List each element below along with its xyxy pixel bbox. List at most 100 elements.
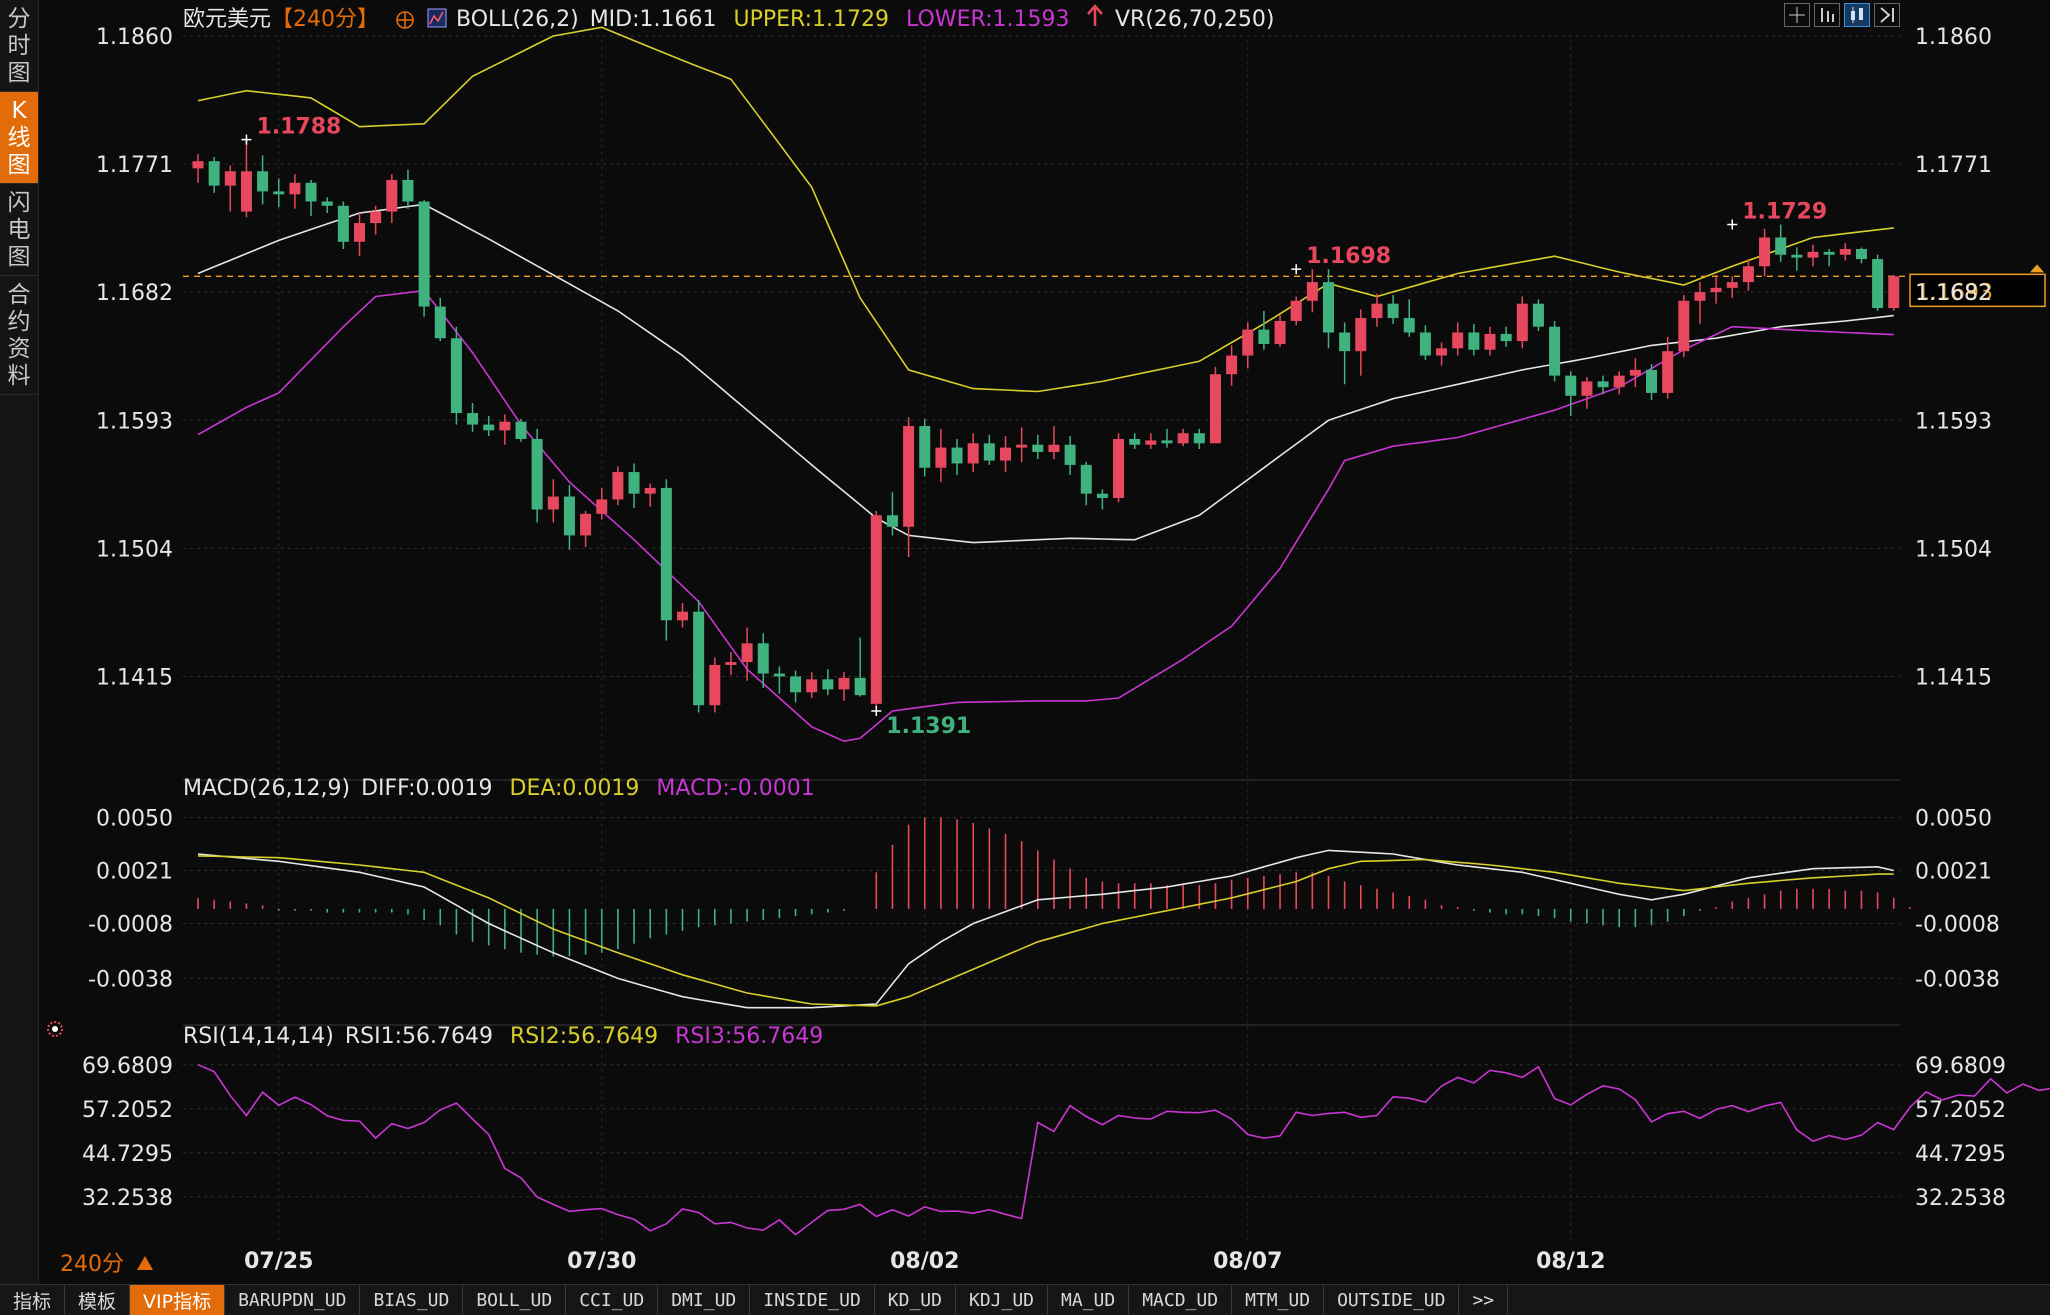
tab-macd[interactable]: MACD_UD bbox=[1129, 1285, 1233, 1315]
candle-body bbox=[580, 513, 592, 536]
boll-header: BOLL(26,2) MID:1.1661 UPPER:1.1729 LOWER… bbox=[456, 7, 1070, 32]
period-dropdown-icon[interactable] bbox=[137, 1256, 153, 1270]
candle bbox=[790, 670, 802, 703]
candle-body bbox=[1872, 259, 1884, 308]
candle bbox=[483, 415, 495, 437]
candle-body bbox=[499, 421, 511, 431]
candle-body bbox=[660, 487, 672, 621]
candle bbox=[1096, 489, 1108, 510]
settings-dot-icon[interactable] bbox=[44, 1018, 66, 1040]
tab-bias[interactable]: BIAS_UD bbox=[360, 1285, 464, 1315]
macd-header: MACD(26,12,9) DIFF:0.0019 DEA:0.0019 MAC… bbox=[183, 776, 815, 801]
candle-body bbox=[1823, 251, 1835, 255]
x-tick-label: 08/02 bbox=[890, 1249, 959, 1274]
crosshair-add-icon[interactable] bbox=[396, 11, 414, 29]
tab-vip-indicator[interactable]: VIP指标 bbox=[130, 1285, 226, 1315]
candle bbox=[1419, 325, 1431, 360]
candle bbox=[1726, 276, 1738, 298]
candle bbox=[1791, 247, 1803, 271]
candle-body bbox=[1726, 282, 1738, 288]
tab-kdj[interactable]: KDJ_UD bbox=[956, 1285, 1049, 1315]
candle-body bbox=[273, 191, 285, 195]
crosshair-tool-icon[interactable] bbox=[1784, 3, 1810, 27]
candle bbox=[1032, 434, 1044, 460]
y-tick-label-left: 1.1593 bbox=[96, 409, 173, 434]
tab-kd[interactable]: KD_UD bbox=[875, 1285, 956, 1315]
candle bbox=[660, 479, 672, 641]
bar-chart-tool-icon[interactable] bbox=[1814, 3, 1840, 27]
candle-body bbox=[1646, 369, 1657, 393]
candle-body bbox=[1565, 375, 1577, 396]
candle-body bbox=[870, 515, 882, 704]
candle bbox=[1678, 295, 1690, 357]
tab-template[interactable]: 模板 bbox=[65, 1285, 131, 1315]
candle bbox=[773, 666, 785, 694]
y-tick-label-left: -0.0008 bbox=[88, 913, 173, 938]
candle bbox=[1323, 269, 1334, 349]
candle bbox=[1387, 295, 1399, 324]
candle bbox=[450, 326, 462, 425]
candle bbox=[1710, 274, 1722, 304]
candle bbox=[644, 483, 656, 507]
tab-more[interactable]: >> bbox=[1459, 1285, 1509, 1315]
candlestick-series[interactable] bbox=[192, 139, 1900, 713]
y-tick-label-left: -0.0038 bbox=[88, 967, 173, 992]
candle bbox=[725, 651, 737, 676]
boll-lines: 1.1693 bbox=[183, 26, 2046, 743]
tab-mtm[interactable]: MTM_UD bbox=[1232, 1285, 1325, 1315]
candle-body bbox=[450, 338, 462, 414]
forward-tool-icon[interactable] bbox=[1874, 3, 1900, 27]
tab-outside[interactable]: OUTSIDE_UD bbox=[1324, 1285, 1460, 1315]
tab-dmi[interactable]: DMI_UD bbox=[658, 1285, 751, 1315]
candle-body bbox=[854, 677, 866, 696]
nav-flash-chart[interactable]: 闪电图 bbox=[0, 184, 38, 276]
chart-grid bbox=[183, 35, 1900, 1240]
candle-body bbox=[337, 205, 349, 242]
tab-ma[interactable]: MA_UD bbox=[1048, 1285, 1130, 1315]
candle-body bbox=[1323, 282, 1334, 333]
candle bbox=[1872, 254, 1884, 311]
candle-body bbox=[1113, 438, 1125, 498]
vr-arrow-icon[interactable] bbox=[1087, 4, 1103, 26]
period-label[interactable]: 240分 bbox=[60, 1252, 124, 1277]
tab-boll[interactable]: BOLL_UD bbox=[463, 1285, 567, 1315]
candle bbox=[951, 438, 963, 475]
chart-canvas[interactable]: 1.1693 1.1788 1.1391 1.1698 1.1729 1.1860 1.… bbox=[0, 0, 2050, 1284]
candle bbox=[208, 156, 220, 193]
vr-header: VR(26,70,250) bbox=[1115, 7, 1274, 32]
candle bbox=[1436, 342, 1448, 366]
candle-body bbox=[983, 443, 995, 461]
tab-barupdn[interactable]: BARUPDN_UD bbox=[225, 1285, 361, 1315]
candle bbox=[1629, 358, 1641, 388]
tab-indicator[interactable]: 指标 bbox=[0, 1285, 66, 1315]
candle-body bbox=[1048, 444, 1060, 452]
candle-body bbox=[434, 306, 446, 339]
candle bbox=[935, 428, 947, 483]
candle-body bbox=[1339, 332, 1351, 352]
header-line: 欧元美元【240分】 bbox=[183, 7, 379, 32]
candle bbox=[1048, 426, 1060, 460]
y-tick-label-left: 1.1860 bbox=[96, 25, 173, 50]
candle-body bbox=[757, 643, 769, 674]
candle-body bbox=[208, 161, 220, 186]
tab-inside[interactable]: INSIDE_UD bbox=[750, 1285, 875, 1315]
period-tag[interactable]: 【240分】 bbox=[271, 7, 379, 32]
candle bbox=[402, 169, 414, 209]
candle bbox=[1242, 322, 1254, 369]
candle-chart-tool-icon[interactable] bbox=[1844, 3, 1870, 27]
candle-body bbox=[402, 179, 414, 202]
candle bbox=[628, 463, 640, 509]
candle bbox=[240, 139, 252, 218]
candle-body bbox=[1355, 318, 1367, 352]
candle-body bbox=[1694, 292, 1706, 301]
boll-indicator-icon[interactable] bbox=[427, 8, 447, 28]
candle bbox=[1807, 244, 1819, 267]
y-tick-label-left: 1.1771 bbox=[96, 153, 173, 178]
nav-contract-info[interactable]: 合约资料 bbox=[0, 276, 38, 395]
nav-kline[interactable]: K线图 bbox=[0, 92, 38, 184]
nav-timeshare[interactable]: 分时图 bbox=[0, 0, 38, 92]
left-sidebar: 分时图 K线图 闪电图 合约资料 bbox=[0, 0, 39, 1284]
candle bbox=[1339, 322, 1351, 385]
candle bbox=[1646, 364, 1657, 401]
tab-cci[interactable]: CCI_UD bbox=[566, 1285, 659, 1315]
